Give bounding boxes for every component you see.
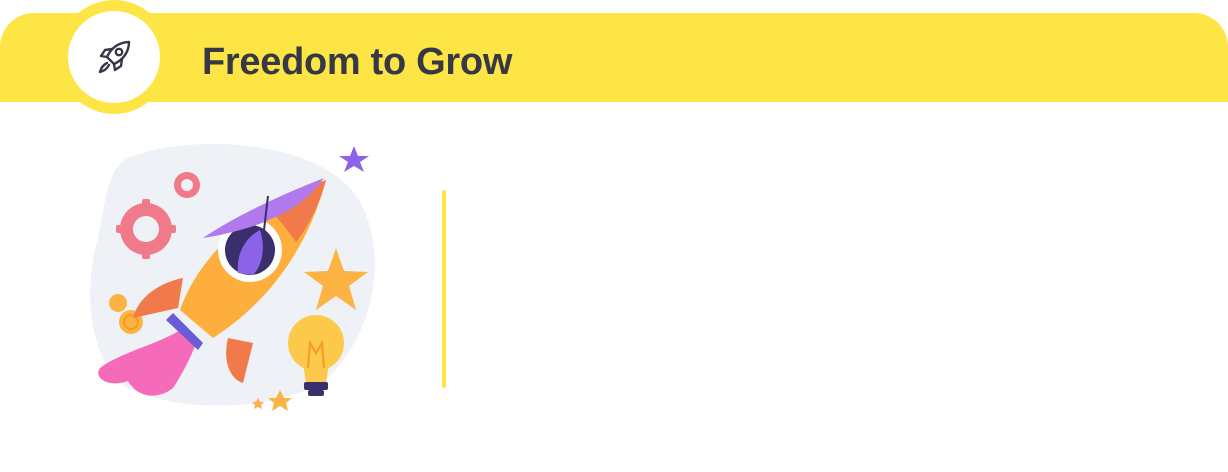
- rocket-icon: [98, 40, 131, 74]
- icon-badge-inner: [68, 11, 160, 103]
- header-banner: [0, 13, 1228, 102]
- vertical-divider: [442, 190, 446, 388]
- icon-badge: [58, 0, 170, 114]
- page-title: Freedom to Grow: [202, 41, 513, 83]
- star-icon: [339, 146, 369, 172]
- rocket-launch-illustration: [90, 143, 375, 411]
- small-gear-icon: [174, 172, 200, 198]
